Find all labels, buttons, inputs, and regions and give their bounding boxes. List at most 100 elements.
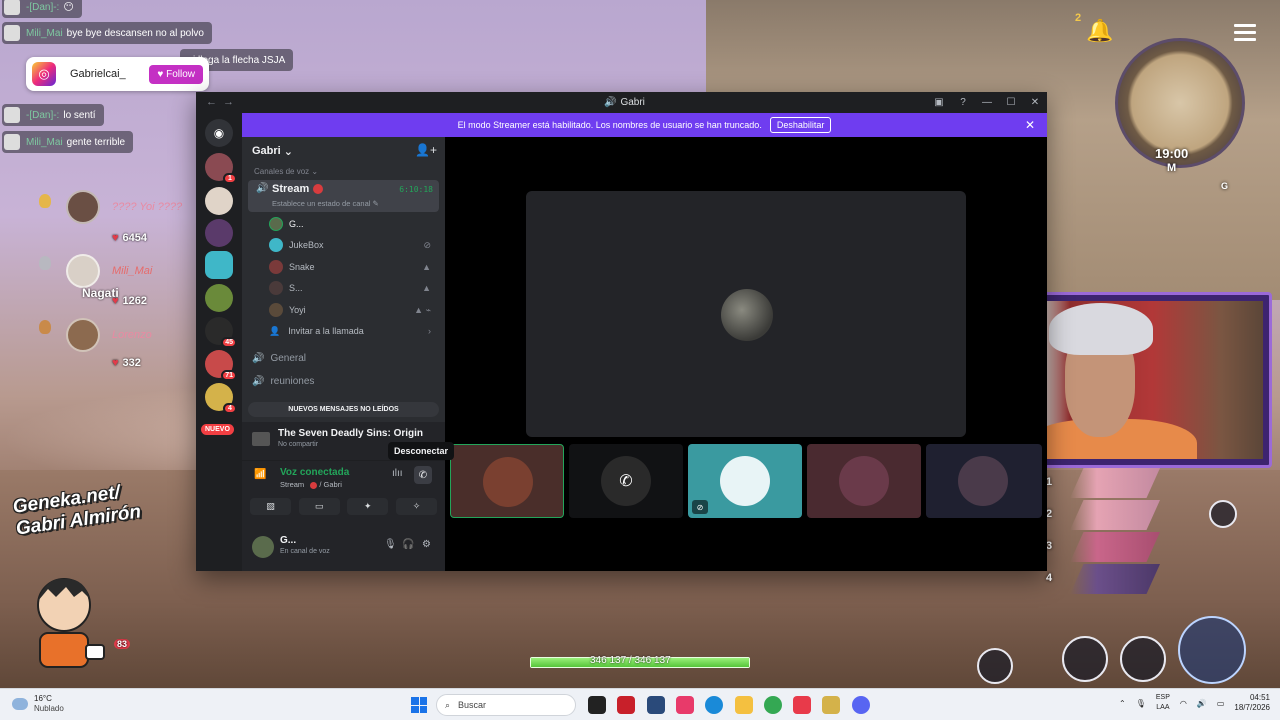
noise-suppression-icon[interactable]: ılıı [392,468,403,479]
ultimate-skill-button[interactable] [1178,616,1246,684]
category-voice[interactable]: Canales de voz ⌄ [254,167,318,176]
edge-icon[interactable] [705,696,723,714]
clock[interactable]: 04:51 18/7/2026 [1234,693,1270,713]
console-icon: ▲ [422,283,431,293]
app-icon[interactable] [647,696,665,714]
menu-icon[interactable] [1234,24,1256,42]
help-icon[interactable]: ? [951,92,975,113]
voice-member[interactable]: JukeBox ⊘ [269,236,435,254]
wifi-icon[interactable]: ◠ [1180,699,1187,708]
instagram-icon: ◎ [32,62,56,86]
voice-member[interactable]: Yoyi ▲ ⌁ [269,301,435,319]
activities-button[interactable]: ✦ [347,498,389,515]
user-name: G... [280,535,297,546]
app-icon[interactable] [617,696,635,714]
chat-message: Mili_Mai gente terrible [2,131,134,153]
participant-tile[interactable] [807,444,921,518]
focused-stream-tile[interactable] [526,191,966,437]
map-key-label: M [1167,162,1177,174]
server-icon[interactable]: 71 [205,350,237,381]
soundboard-button[interactable]: ✧ [395,498,437,515]
clock-date: 18/7/2026 [1234,703,1270,712]
microphone-icon[interactable]: 🎙 [1136,699,1146,708]
skill-button[interactable] [977,648,1013,684]
bell-icon[interactable]: 🔔 [1086,18,1113,44]
screen-share-button[interactable]: ▭ [298,498,340,515]
skill-button[interactable] [1209,500,1237,528]
server-icon[interactable] [205,187,233,215]
user-avatar[interactable] [252,536,274,558]
disable-streamer-button[interactable]: Deshabilitar [769,117,832,133]
new-messages-bar[interactable]: NUEVOS MENSAJES NO LEÍDOS [248,402,439,417]
battery-icon[interactable]: ▭ [1217,699,1225,708]
chevron-right-icon: › [428,326,431,336]
voice-member[interactable]: Snake ▲ [269,258,435,276]
disconnect-button[interactable]: ✆ [414,466,432,484]
volume-icon[interactable]: 🔊 [1197,699,1207,708]
search-box[interactable]: ⌕ Buscar [436,694,576,716]
participant-tile[interactable] [926,444,1042,518]
mascot-badge: 83 [114,639,131,649]
file-explorer-icon[interactable] [735,696,753,714]
invite-icon: 👤 [269,325,281,336]
nav-arrows[interactable]: ←→ [206,96,240,108]
camera-button[interactable]: ▧ [250,498,291,515]
voice-channel-general[interactable]: 🔊 General [252,349,306,367]
discord-home-icon[interactable]: ◉ [205,119,233,147]
discord-icon[interactable] [852,696,870,714]
skill-button[interactable] [1120,636,1166,682]
voice-channel-info[interactable]: Stream / Gabri [280,480,342,489]
voice-connected-label: Voz conectada [280,467,350,478]
start-button[interactable] [411,697,427,713]
server-icon[interactable] [205,284,233,312]
participant-tile[interactable]: ⊘ [688,444,802,518]
minimize-button[interactable]: — [975,92,999,113]
party-member-card[interactable] [1070,500,1160,530]
follow-button[interactable]: ♥ Follow [149,64,203,84]
chevron-up-icon[interactable]: ⌃ [1119,699,1126,708]
user-status: En canal de voz [280,548,330,555]
new-badge[interactable]: NUEVO [201,424,234,435]
invite-to-call[interactable]: 👤 Invitar a la llamada › [269,322,435,340]
server-badge: 4 [223,403,237,414]
task-view-icon[interactable] [588,696,606,714]
server-icon[interactable] [205,219,233,247]
language-indicator[interactable]: ESP LAA [1156,693,1170,713]
server-icon[interactable]: 1 [205,153,237,184]
close-button[interactable]: ✕ [1023,92,1047,113]
app-icon[interactable] [676,696,694,714]
participant-tile[interactable] [450,444,564,518]
stage-avatar [721,289,773,341]
skill-button[interactable] [1062,636,1108,682]
voice-channel-reuniones[interactable]: 🔊 reuniones [252,372,314,390]
add-member-icon[interactable]: 👤+ [415,143,437,157]
weather-widget[interactable]: 16°C Nublado [12,694,64,714]
category-label: Canales de voz [254,167,310,176]
maximize-button[interactable]: ☐ [999,92,1023,113]
chat-message: -[Dan]-: 😶 [2,0,82,18]
signal-icon[interactable]: 📶 [254,469,266,480]
chrome-icon[interactable] [764,696,782,714]
system-tray: ⌃ 🎙 ESP LAA ◠ 🔊 ▭ 04:51 18/7/2026 [1119,693,1270,713]
channel-status[interactable]: Establece un estado de canal ✎ [272,199,379,208]
party-member-card[interactable] [1070,468,1160,498]
app-icon[interactable] [822,696,840,714]
gear-icon[interactable]: ⚙ [422,539,431,550]
chat-text: lo sentí [63,109,96,121]
headphones-icon[interactable]: 🎧 [402,539,414,550]
voice-channel-stream[interactable]: 🔊 Stream 6:10:18 Establece un estado de … [248,180,439,212]
microphone-icon[interactable]: 🎙 [384,539,397,550]
server-icon[interactable]: 45 [205,317,237,348]
close-banner-icon[interactable]: ✕ [1025,118,1035,132]
voice-member[interactable]: S... ▲ [269,279,435,297]
party-member-card[interactable] [1070,564,1160,594]
voice-server-name: / Gabri [319,480,342,489]
party-member-card[interactable] [1070,532,1160,562]
server-icon[interactable]: 4 [205,383,237,414]
server-icon-active[interactable] [205,251,233,279]
voice-member[interactable]: G... [269,215,435,233]
participant-tile[interactable]: ✆ [569,444,683,518]
app-icon[interactable] [793,696,811,714]
inbox-icon[interactable]: ▣ [927,92,951,113]
leader-name: ???? Yoi ???? [112,201,183,213]
